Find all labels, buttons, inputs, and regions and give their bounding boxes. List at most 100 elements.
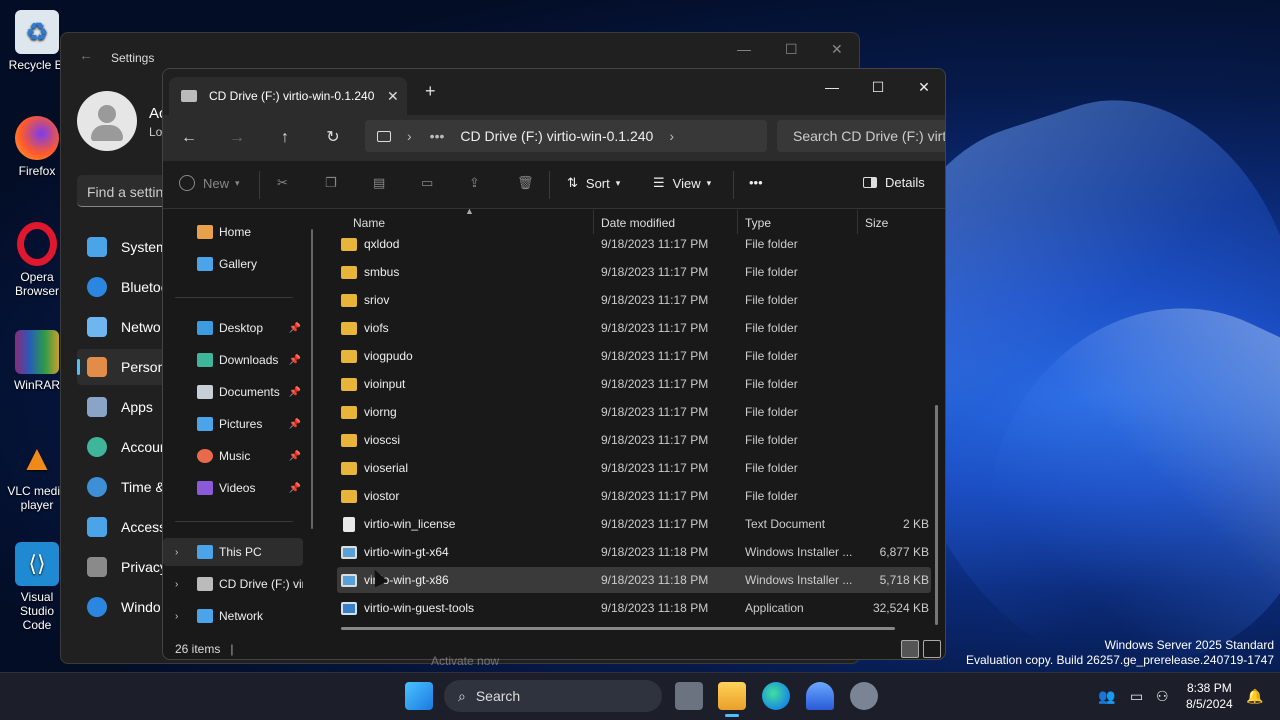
close-tab-icon[interactable]: ✕: [387, 88, 399, 105]
nav-desktop[interactable]: Desktop 📌: [163, 314, 303, 342]
chevron-right-icon[interactable]: ›: [175, 611, 178, 622]
nav-cd-drive[interactable]: ›CD Drive (F:) virtio-win-0.1.240: [163, 570, 303, 598]
ellipsis-icon[interactable]: •••: [430, 128, 445, 144]
people-icon[interactable]: 👥: [1098, 688, 1115, 705]
nav-pictures[interactable]: Pictures 📌: [163, 410, 303, 438]
file-row[interactable]: viostor 9/18/2023 11:17 PM File folder: [337, 483, 931, 509]
file-row[interactable]: vioserial 9/18/2023 11:17 PM File folder: [337, 455, 931, 481]
file-explorer-icon[interactable]: [718, 682, 746, 710]
file-row[interactable]: viorng 9/18/2023 11:17 PM File folder: [337, 399, 931, 425]
up-arrow-icon[interactable]: ↑: [271, 125, 299, 151]
rename-icon[interactable]: ▭: [421, 175, 433, 191]
task-view-icon[interactable]: [675, 682, 703, 710]
system-clock[interactable]: 8:38 PM 8/5/2024: [1186, 680, 1233, 712]
chevron-right-icon: ›: [407, 128, 412, 144]
back-arrow-icon[interactable]: ←: [175, 125, 203, 151]
cut-icon[interactable]: ✂: [277, 175, 288, 191]
activate-text: Activate now: [431, 654, 500, 668]
new-button[interactable]: New ▾: [179, 175, 240, 191]
nav-documents[interactable]: Documents 📌: [163, 378, 303, 406]
copy-icon[interactable]: ❐: [325, 175, 337, 191]
explorer-tab[interactable]: CD Drive (F:) virtio-win-0.1.240 ✕: [169, 77, 407, 115]
address-bar[interactable]: › ••• CD Drive (F:) virtio-win-0.1.240 ›: [365, 120, 767, 152]
network-icon: [87, 317, 107, 337]
vlc-icon: ▲: [19, 437, 55, 478]
close-icon[interactable]: ✕: [901, 73, 945, 101]
folder-icon: [341, 433, 357, 447]
pin-icon[interactable]: 📌: [289, 355, 301, 366]
pin-icon[interactable]: 📌: [289, 451, 301, 462]
file-explorer-window[interactable]: CD Drive (F:) virtio-win-0.1.240 ✕ + — ☐…: [162, 68, 946, 660]
file-row[interactable]: vioinput 9/18/2023 11:17 PM File folder: [337, 371, 931, 397]
display-icon[interactable]: ▭: [1130, 688, 1143, 705]
paste-icon[interactable]: ▤: [373, 175, 385, 191]
chevron-right-icon[interactable]: ›: [175, 547, 178, 558]
breadcrumb[interactable]: CD Drive (F:) virtio-win-0.1.240: [460, 128, 653, 144]
notification-bell-icon[interactable]: 🔔: [1246, 688, 1263, 705]
nav-network[interactable]: › Network: [163, 602, 303, 630]
pc-icon: [197, 545, 213, 559]
bluetooth-icon: [87, 277, 107, 297]
new-tab-icon[interactable]: +: [425, 81, 436, 102]
file-row[interactable]: viogpudo 9/18/2023 11:17 PM File folder: [337, 343, 931, 369]
pin-icon[interactable]: 📌: [289, 387, 301, 398]
maximize-icon[interactable]: ☐: [785, 41, 798, 58]
file-row[interactable]: sriov 9/18/2023 11:17 PM File folder: [337, 287, 931, 313]
nav-music[interactable]: Music 📌: [163, 442, 303, 470]
chevron-down-icon: ▾: [235, 177, 240, 188]
horizontal-scrollbar[interactable]: [341, 627, 895, 630]
home-icon: [197, 225, 213, 239]
minimize-icon[interactable]: —: [809, 73, 855, 101]
file-row[interactable]: viofs 9/18/2023 11:17 PM File folder: [337, 315, 931, 341]
server-manager-icon[interactable]: [806, 682, 834, 710]
more-options-button[interactable]: •••: [749, 175, 763, 190]
edge-icon[interactable]: [762, 682, 790, 710]
settings-title: Settings: [111, 51, 155, 65]
pin-icon[interactable]: 📌: [289, 323, 301, 334]
file-row[interactable]: vioscsi 9/18/2023 11:17 PM File folder: [337, 427, 931, 453]
settings-gear-icon[interactable]: [850, 682, 878, 710]
nav-scrollbar[interactable]: [311, 229, 313, 529]
details-button[interactable]: Details: [863, 175, 925, 190]
nav-home[interactable]: Home: [163, 218, 303, 246]
shield-icon: [87, 557, 107, 577]
maximize-icon[interactable]: ☐: [855, 73, 901, 101]
nav-gallery[interactable]: Gallery: [163, 250, 303, 278]
nav-videos[interactable]: Videos 📌: [163, 474, 303, 502]
sort-button[interactable]: ⇅ Sort ▾: [567, 175, 620, 191]
pin-icon[interactable]: 📌: [289, 483, 301, 494]
file-row[interactable]: smbus 9/18/2023 11:17 PM File folder: [337, 259, 931, 285]
tab-title: CD Drive (F:) virtio-win-0.1.240: [209, 89, 375, 103]
pin-icon[interactable]: 📌: [289, 419, 301, 430]
search-input[interactable]: Search CD Drive (F:) virtio-win-0.1.240: [777, 120, 945, 152]
view-button[interactable]: ☰ View ▾: [653, 175, 711, 191]
forward-arrow-icon[interactable]: →: [223, 125, 251, 151]
brush-icon: [87, 357, 107, 377]
start-windows-icon[interactable]: [405, 682, 433, 710]
nav-this-pc[interactable]: › This PC: [163, 538, 303, 566]
file-row[interactable]: virtio-win-guest-tools 9/18/2023 11:18 PM…: [337, 595, 931, 621]
file-row[interactable]: virtio-win_license 9/18/2023 11:17 PM Text…: [337, 511, 931, 537]
network-status-icon[interactable]: ⚇: [1156, 688, 1169, 705]
vertical-scrollbar[interactable]: [935, 405, 938, 625]
tiles-view-icon[interactable]: [923, 640, 941, 658]
chevron-right-icon[interactable]: ›: [175, 579, 178, 590]
taskbar-search[interactable]: ⌕ Search: [444, 680, 662, 712]
file-row-hovered[interactable]: virtio-win-gt-x86 9/18/2023 11:18 PM Windo…: [337, 567, 931, 593]
share-icon[interactable]: ⇪: [469, 175, 480, 191]
back-arrow-icon[interactable]: ←: [79, 47, 93, 63]
file-row[interactable]: virtio-win-gt-x64 9/18/2023 11:18 PM Windo…: [337, 539, 931, 565]
nav-downloads[interactable]: Downloads 📌: [163, 346, 303, 374]
cd-drive-icon: [197, 577, 213, 591]
close-icon[interactable]: ✕: [831, 41, 843, 58]
file-row[interactable]: qxldod 9/18/2023 11:17 PM File folder: [337, 231, 931, 257]
folder-icon: [341, 377, 357, 391]
active-app-indicator: [725, 714, 739, 717]
pc-icon: [377, 130, 391, 142]
delete-icon[interactable]: 🗑: [517, 175, 534, 191]
details-view-icon[interactable]: [901, 640, 919, 658]
minimize-icon[interactable]: —: [737, 41, 751, 57]
refresh-icon[interactable]: ↻: [319, 125, 347, 151]
apps-icon: [87, 397, 107, 417]
chevron-right-icon[interactable]: ›: [669, 128, 674, 144]
